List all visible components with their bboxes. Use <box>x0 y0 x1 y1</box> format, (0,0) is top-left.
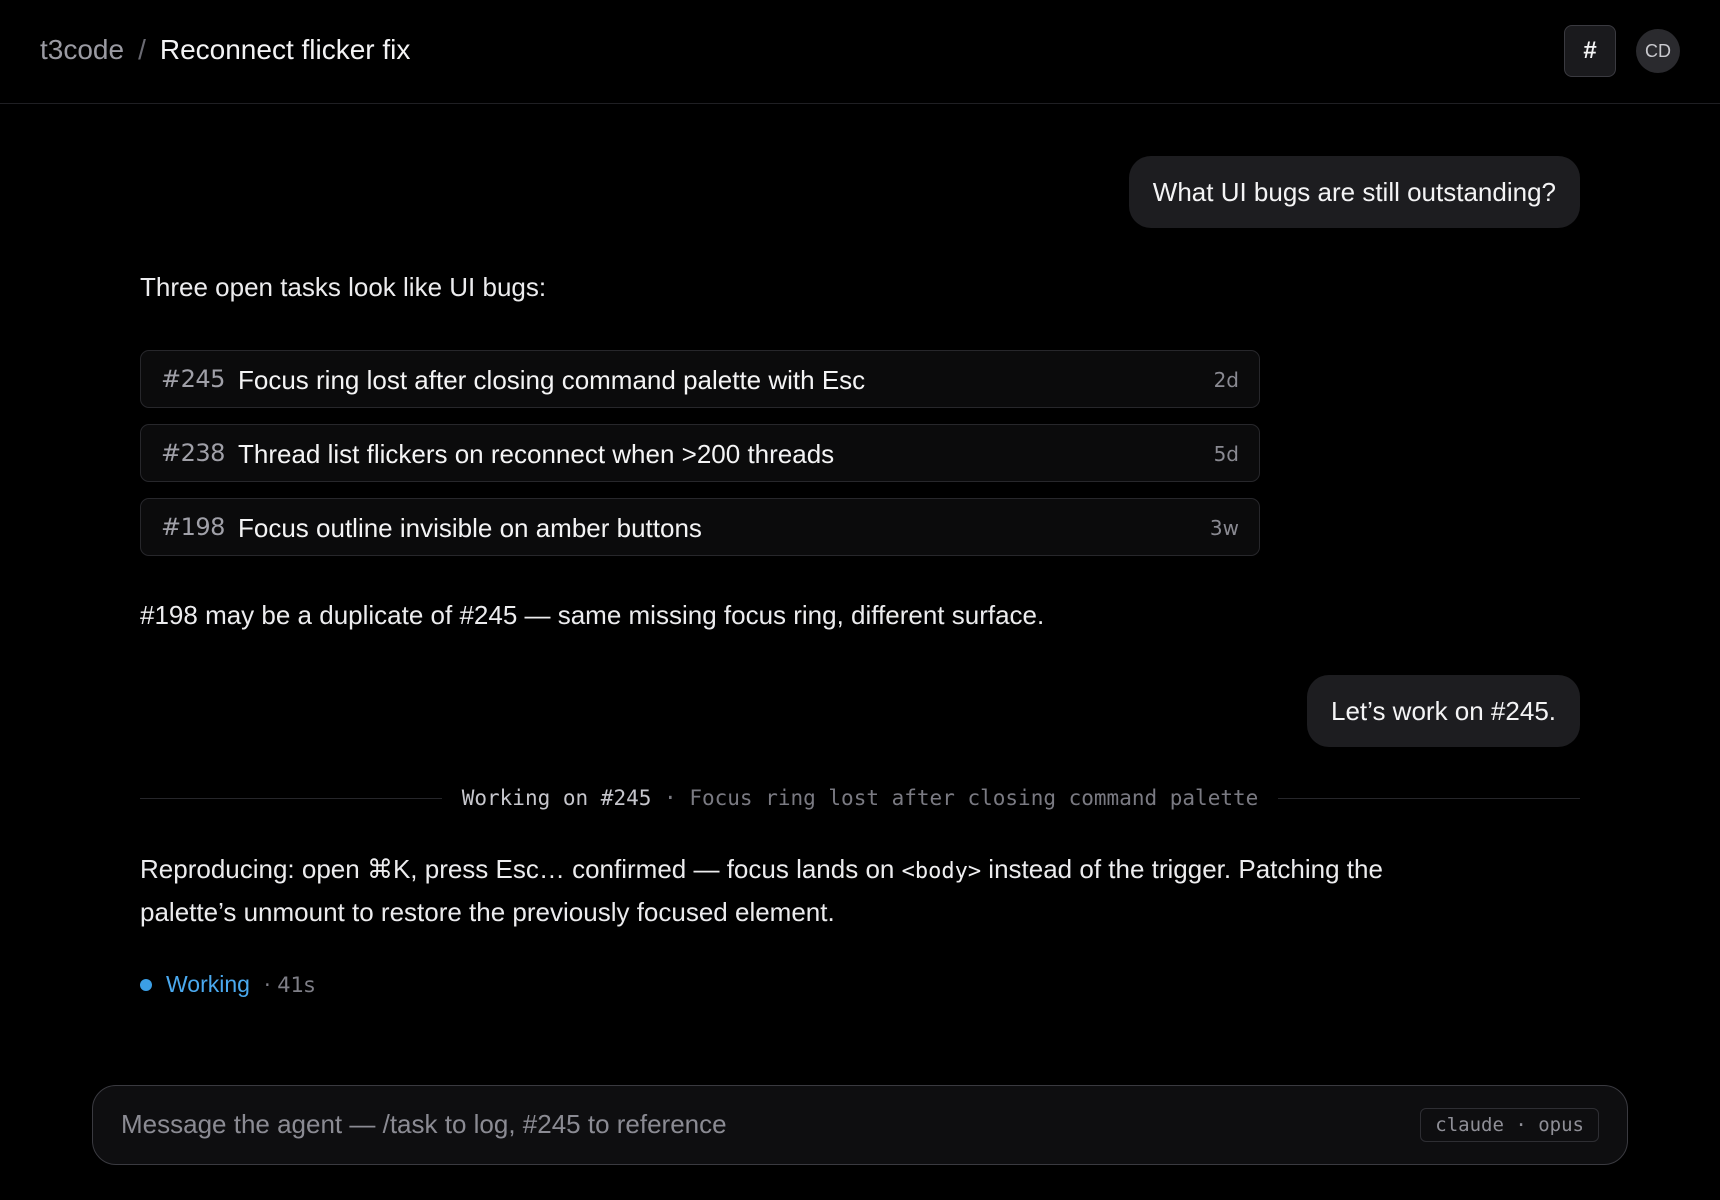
divider-text: Working on #245 · Focus ring lost after … <box>462 786 1259 810</box>
task-id: #198 <box>161 513 225 541</box>
breadcrumb: t3code / Reconnect flicker fix <box>40 34 410 66</box>
user-avatar[interactable]: CD <box>1636 29 1680 73</box>
divider-label: Working on #245 <box>461 786 652 810</box>
agent-duplicate-note: #198 may be a duplicate of #245 — same m… <box>140 600 1045 630</box>
model-selector-chip[interactable]: claude · opus <box>1420 1108 1599 1142</box>
task-age: 2d <box>1213 368 1239 392</box>
repro-inline-code: <body> <box>901 859 982 884</box>
agent-status: Working · 41s <box>140 971 315 998</box>
task-card-198[interactable]: #198 Focus outline invisible on amber bu… <box>140 498 1260 556</box>
task-age: 5d <box>1213 442 1239 466</box>
tasks-hash-button[interactable]: # <box>1564 25 1616 77</box>
repro-text-before: Reproducing: open ⌘K, press Esc… confirm… <box>140 854 902 884</box>
status-dot-icon <box>140 978 152 991</box>
breadcrumb-separator: / <box>138 34 146 65</box>
working-on-divider: Working on #245 · Focus ring lost after … <box>140 780 1581 816</box>
agent-intro-text: Three open tasks look like UI bugs: <box>140 272 547 302</box>
thread-title: Reconnect flicker fix <box>159 34 411 65</box>
task-title: Thread list flickers on reconnect when >… <box>238 439 835 469</box>
top-bar: t3code / Reconnect flicker fix # CD <box>0 0 1720 104</box>
task-id: #238 <box>161 439 225 467</box>
task-title: Focus outline invisible on amber buttons <box>238 513 702 543</box>
task-id: #245 <box>161 365 225 393</box>
user-message-bubble: What UI bugs are still outstanding? <box>1128 156 1580 228</box>
message-input[interactable] <box>121 1086 1371 1163</box>
user-followup-bubble: Let’s work on #245. <box>1307 675 1580 747</box>
divider-subtitle: · Focus ring lost after closing command … <box>664 786 1259 810</box>
task-title: Focus ring lost after closing command pa… <box>238 365 866 395</box>
message-composer[interactable]: claude · opus <box>92 1085 1628 1165</box>
task-age: 3w <box>1209 516 1239 540</box>
divider-line-left <box>140 797 442 799</box>
task-card-238[interactable]: #238 Thread list flickers on reconnect w… <box>140 424 1260 482</box>
status-label: Working <box>166 971 250 997</box>
status-elapsed: · 41s <box>263 972 315 997</box>
breadcrumb-project-link[interactable]: t3code <box>40 34 124 66</box>
divider-line-right <box>1278 797 1581 799</box>
task-card-245[interactable]: #245 Focus ring lost after closing comma… <box>140 350 1260 408</box>
agent-repro-text: Reproducing: open ⌘K, press Esc… confirm… <box>140 849 1470 933</box>
